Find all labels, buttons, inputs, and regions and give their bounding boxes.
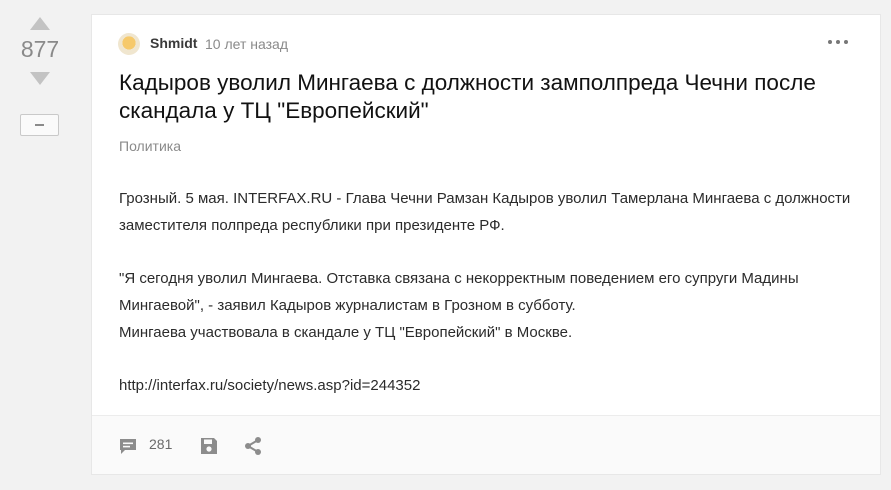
post-time: 10 лет назад (205, 36, 288, 52)
save-icon[interactable] (200, 437, 218, 455)
post-title[interactable]: Кадыров уволил Мингаева с должности замп… (119, 69, 859, 125)
paragraph: Мингаева участвовала в скандале у ТЦ "Ев… (119, 324, 573, 341)
paragraph: Грозный. 5 мая. INTERFAX.RU - Глава Чечн… (119, 190, 851, 234)
comment-icon (120, 439, 136, 454)
vote-score: 877 (20, 36, 60, 62)
collapse-button[interactable] (20, 114, 59, 136)
post-content: Shmidt 10 лет назад Кадыров уволил Минга… (92, 15, 880, 418)
paragraph: "Я сегодня уволил Мингаева. Отставка свя… (119, 270, 799, 314)
comments-count: 281 (149, 436, 173, 452)
post-footer: 281 (92, 415, 880, 474)
source-link[interactable]: http://interfax.ru/society/news.asp?id=2… (119, 377, 420, 394)
post-body: Грозный. 5 мая. INTERFAX.RU - Глава Чечн… (119, 185, 859, 399)
post-tag[interactable]: Политика (119, 138, 181, 154)
arrow-down-icon[interactable] (30, 72, 50, 85)
avatar[interactable] (118, 33, 140, 55)
arrow-up-icon[interactable] (30, 17, 50, 30)
post-card: Shmidt 10 лет назад Кадыров уволил Минга… (91, 14, 881, 475)
share-icon[interactable] (244, 436, 262, 456)
more-dots-icon[interactable] (828, 37, 848, 47)
author-name[interactable]: Shmidt (150, 35, 197, 51)
